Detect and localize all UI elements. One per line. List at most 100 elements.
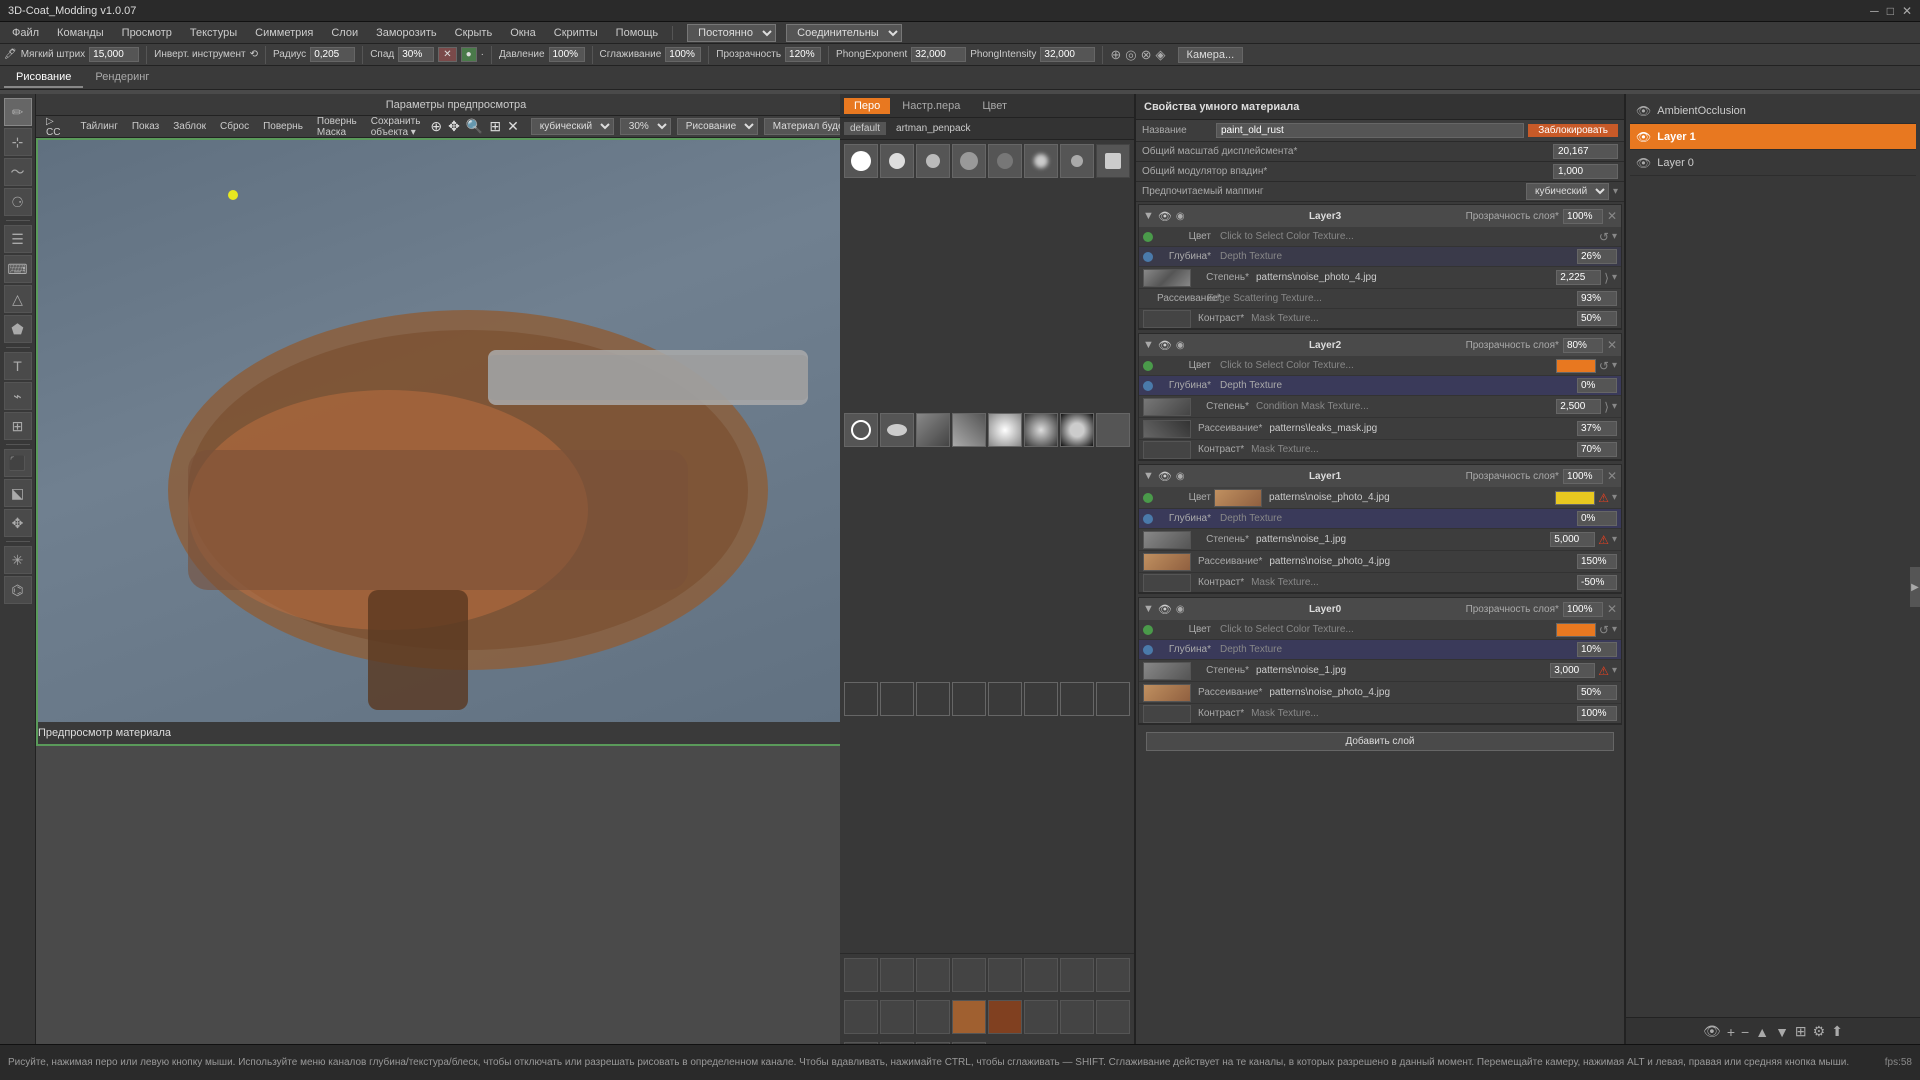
- pctrl-turnmask[interactable]: Повернь Маска: [313, 115, 361, 139]
- layer1-color-name[interactable]: patterns\noise_photo_4.jpg: [1265, 492, 1552, 503]
- brush-item-14[interactable]: [1024, 413, 1058, 447]
- lp-eye-toggle[interactable]: 👁: [1703, 1023, 1721, 1040]
- confirm-tool-btn[interactable]: ●: [461, 47, 477, 62]
- layer2-color-arrow[interactable]: ▾: [1612, 360, 1617, 371]
- layer1-scatter-name[interactable]: patterns\noise_photo_4.jpg: [1265, 556, 1574, 567]
- layer3-scatter-click[interactable]: Edge Scattering Texture...: [1201, 293, 1574, 304]
- layer3-depth-text[interactable]: Depth Texture: [1214, 251, 1574, 262]
- layer0-noise1-name[interactable]: patterns\noise_1.jpg: [1252, 665, 1547, 676]
- pctrl-lock[interactable]: Заблок: [169, 120, 210, 133]
- layer0-contrast-val[interactable]: [1577, 706, 1617, 721]
- layer1-tex-thumb[interactable]: [1214, 489, 1262, 507]
- layer-item-0[interactable]: 👁 Layer 0: [1630, 150, 1916, 176]
- brush-item-15[interactable]: [1060, 413, 1094, 447]
- layer3-eye2[interactable]: ◉: [1176, 211, 1185, 222]
- layer0-depth-val[interactable]: [1577, 642, 1617, 657]
- layer1-eye[interactable]: 👁: [1158, 470, 1172, 483]
- layer0-color-swatch[interactable]: [1556, 623, 1596, 637]
- menu-layers[interactable]: Слои: [323, 25, 366, 41]
- sm-mapping-select[interactable]: кубический: [1526, 183, 1609, 200]
- brush-item-8[interactable]: [1096, 144, 1130, 178]
- layer0-degree-val[interactable]: [1550, 663, 1595, 678]
- layer3-header[interactable]: ▼ 👁 ◉ Layer3 Прозрачность слоя* ✕: [1139, 205, 1621, 227]
- layer3-toggle[interactable]: ▼: [1143, 210, 1154, 222]
- pctrl-show[interactable]: Показ: [128, 120, 163, 133]
- layer0-opacity-input[interactable]: [1563, 602, 1603, 617]
- brush-item-4[interactable]: [952, 144, 986, 178]
- brush-item-12[interactable]: [952, 413, 986, 447]
- opacity-input[interactable]: [785, 47, 821, 62]
- tool-select[interactable]: ⬕: [4, 479, 32, 507]
- cancel-tool-btn[interactable]: ✕: [438, 47, 456, 62]
- minimize-btn[interactable]: ─: [1870, 4, 1879, 18]
- pctrl-cc[interactable]: ▷ CC: [42, 115, 64, 139]
- tool-6[interactable]: ⌨: [4, 255, 32, 283]
- tool-9[interactable]: T: [4, 352, 32, 380]
- layer0-scatter-val[interactable]: [1577, 685, 1617, 700]
- brush-item-22[interactable]: [1024, 682, 1058, 716]
- tool-11[interactable]: ⊞: [4, 412, 32, 440]
- layer2-header[interactable]: ▼ 👁 ◉ Layer2 Прозрачность слоя* ✕: [1139, 334, 1621, 356]
- brushex-3[interactable]: [916, 1000, 950, 1034]
- layer2-leaks-name[interactable]: patterns\leaks_mask.jpg: [1265, 423, 1574, 434]
- layer1-depth-val[interactable]: [1577, 511, 1617, 526]
- l1-eye-icon[interactable]: 👁: [1636, 130, 1651, 144]
- layer2-eye[interactable]: 👁: [1158, 339, 1172, 352]
- brushex-7[interactable]: [1060, 1000, 1094, 1034]
- brush-tab-color[interactable]: Цвет: [972, 98, 1017, 114]
- layer2-leaks-thumb[interactable]: [1143, 420, 1191, 438]
- brushspec-6[interactable]: [1024, 958, 1058, 992]
- pctrl-reset[interactable]: Сброс: [216, 120, 253, 133]
- menu-commands[interactable]: Команды: [49, 25, 112, 41]
- layer2-color-click[interactable]: Click to Select Color Texture...: [1214, 360, 1553, 371]
- radius-input[interactable]: [310, 47, 355, 62]
- layer2-mask-name[interactable]: Mask Texture...: [1247, 444, 1574, 455]
- layer3-eye[interactable]: 👁: [1158, 210, 1172, 223]
- brush-item-1[interactable]: [844, 144, 878, 178]
- layer1-noise1-name[interactable]: patterns\noise_1.jpg: [1252, 534, 1547, 545]
- layer1-noise1-thumb[interactable]: [1143, 531, 1191, 549]
- lp-up-btn[interactable]: ▲: [1755, 1024, 1769, 1040]
- pctrl-orbit-icon[interactable]: ⊞: [489, 118, 501, 135]
- tb-icon-4[interactable]: ◈: [1156, 47, 1166, 63]
- tool-pen[interactable]: ✏: [4, 98, 32, 126]
- layer0-color-reset[interactable]: ↺: [1599, 623, 1609, 637]
- layer3-degree-more[interactable]: ▾: [1612, 272, 1617, 283]
- layer1-mask-thumb[interactable]: [1143, 574, 1191, 592]
- ao-eye-icon[interactable]: 👁: [1636, 104, 1651, 118]
- menu-view[interactable]: Просмотр: [114, 25, 180, 41]
- pressure-input[interactable]: [549, 47, 585, 62]
- layer1-depth-text[interactable]: Depth Texture: [1214, 513, 1574, 524]
- layer3-mask-name[interactable]: Mask Texture...: [1247, 313, 1574, 324]
- layer0-color-arrow[interactable]: ▾: [1612, 624, 1617, 635]
- layer2-depth-val[interactable]: [1577, 378, 1617, 393]
- brushspec-1[interactable]: [844, 958, 878, 992]
- layer1-mask-name[interactable]: Mask Texture...: [1247, 577, 1574, 588]
- layer1-close[interactable]: ✕: [1607, 469, 1617, 483]
- brushspec-2[interactable]: [880, 958, 914, 992]
- brush-item-23[interactable]: [1060, 682, 1094, 716]
- pctrl-tiling[interactable]: Тайлинг: [76, 120, 121, 133]
- brushex-1[interactable]: [844, 1000, 878, 1034]
- lp-remove-btn[interactable]: −: [1741, 1024, 1749, 1040]
- layer2-toggle[interactable]: ▼: [1143, 339, 1154, 351]
- lp-down-btn[interactable]: ▼: [1775, 1024, 1789, 1040]
- layer-item-ao[interactable]: 👁 AmbientOcclusion: [1630, 98, 1916, 124]
- brush-item-20[interactable]: [952, 682, 986, 716]
- layer2-depth-text[interactable]: Depth Texture: [1214, 380, 1574, 391]
- tool-14[interactable]: ⌬: [4, 576, 32, 604]
- brush-item-10[interactable]: [880, 413, 914, 447]
- brushex-8[interactable]: [1096, 1000, 1130, 1034]
- mode-dropdown-constant[interactable]: Постоянно: [687, 24, 776, 42]
- brush-item-7[interactable]: [1060, 144, 1094, 178]
- brush-item-6[interactable]: [1024, 144, 1058, 178]
- smooth-input[interactable]: [665, 47, 701, 62]
- menu-file[interactable]: Файл: [4, 25, 47, 41]
- pctrl-nav-icon[interactable]: ⊕: [430, 118, 442, 135]
- brush-item-13[interactable]: [988, 413, 1022, 447]
- layer1-eye2[interactable]: ◉: [1176, 471, 1185, 482]
- brushex-6[interactable]: [1024, 1000, 1058, 1034]
- brush-tab-pen[interactable]: Перо: [844, 98, 890, 114]
- tool-5[interactable]: ☰: [4, 225, 32, 253]
- brushspec-3[interactable]: [916, 958, 950, 992]
